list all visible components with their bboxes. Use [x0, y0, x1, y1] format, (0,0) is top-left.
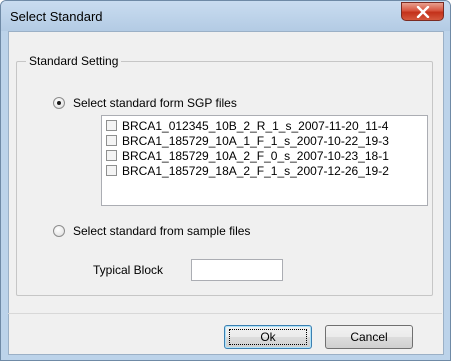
file-label: BRCA1_185729_10A_1_F_1_s_2007-10-22_19-3 — [122, 134, 389, 148]
focus-rectangle — [229, 329, 307, 345]
sample-files-radio[interactable] — [53, 225, 65, 237]
list-item[interactable]: BRCA1_012345_10B_2_R_1_s_2007-11-20_11-4 — [106, 119, 388, 134]
cancel-label: Cancel — [350, 330, 388, 344]
sample-files-label[interactable]: Select standard from sample files — [73, 224, 250, 238]
title-bar[interactable]: Select Standard — [1, 1, 450, 31]
file-checkbox[interactable] — [106, 150, 117, 161]
file-label: BRCA1_185729_10A_2_F_0_s_2007-10-23_18-1 — [122, 149, 389, 163]
list-item[interactable]: BRCA1_185729_10A_2_F_0_s_2007-10-23_18-1 — [106, 149, 389, 164]
file-checkbox[interactable] — [106, 165, 117, 176]
footer-separator — [8, 313, 442, 314]
file-label: BRCA1_185729_18A_2_F_1_s_2007-12-26_19-2 — [122, 164, 389, 178]
close-icon — [416, 6, 430, 18]
file-checkbox[interactable] — [106, 135, 117, 146]
file-checkbox[interactable] — [106, 120, 117, 131]
group-label: Standard Setting — [26, 54, 122, 68]
radio-selected-dot — [57, 101, 61, 105]
list-item[interactable]: BRCA1_185729_10A_1_F_1_s_2007-10-22_19-3 — [106, 134, 389, 149]
window-title: Select Standard — [10, 9, 103, 24]
cancel-button[interactable]: Cancel — [325, 325, 413, 349]
ok-button[interactable]: Ok — [224, 325, 312, 349]
list-item[interactable]: BRCA1_185729_18A_2_F_1_s_2007-12-26_19-2 — [106, 164, 389, 179]
file-label: BRCA1_012345_10B_2_R_1_s_2007-11-20_11-4 — [122, 119, 389, 133]
sgp-file-list[interactable]: BRCA1_012345_10B_2_R_1_s_2007-11-20_11-4… — [101, 115, 428, 206]
sgp-files-radio[interactable] — [53, 97, 65, 109]
close-button[interactable] — [401, 2, 444, 21]
sgp-files-label[interactable]: Select standard form SGP files — [73, 96, 237, 110]
typical-block-label: Typical Block — [93, 263, 164, 277]
typical-block-input[interactable] — [191, 259, 283, 281]
